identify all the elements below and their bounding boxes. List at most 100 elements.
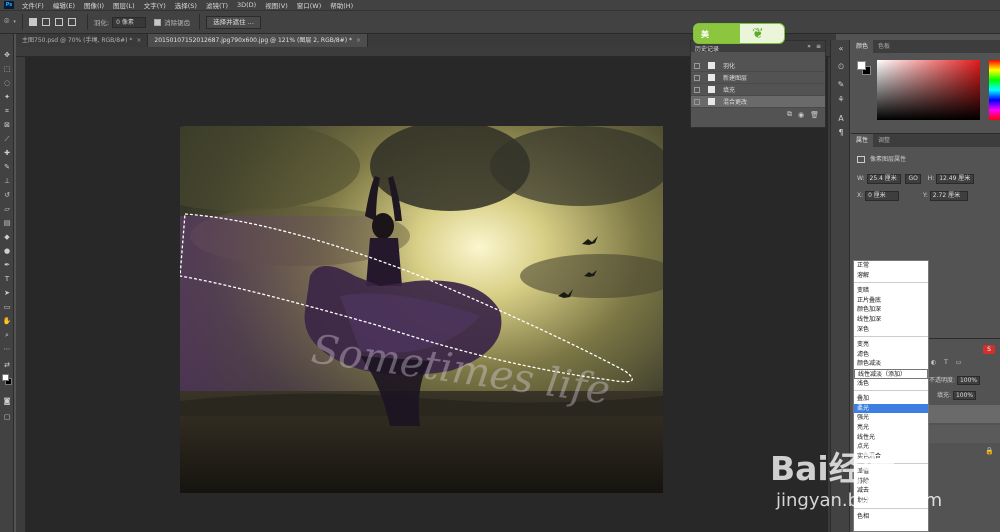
blend-option-hovered[interactable]: 线性减淡（添加） (854, 368, 928, 379)
history-item[interactable]: 填充 (691, 84, 825, 96)
close-icon[interactable]: × (136, 37, 141, 44)
blend-option[interactable]: 浅色 (854, 379, 928, 389)
fill-input[interactable]: 100% (952, 391, 977, 400)
tab-adjustments[interactable]: 调整 (873, 134, 895, 147)
menu-layer[interactable]: 图层(L) (113, 0, 135, 10)
screen-mode-icon[interactable]: ▢ (2, 412, 12, 422)
character-panel-icon[interactable]: A (836, 114, 846, 124)
eyedropper-tool-icon[interactable]: ⟋ (2, 134, 12, 144)
tab-color[interactable]: 颜色 (851, 40, 874, 53)
quick-mask-icon[interactable]: ◙ (2, 396, 12, 406)
history-item[interactable]: 新建图层 (691, 72, 825, 84)
width-input[interactable]: 25.4 厘米 (866, 174, 901, 184)
swap-colors-icon[interactable]: ⇄ (2, 360, 12, 370)
blend-option[interactable]: 颜色减淡 (854, 359, 928, 369)
menu-type[interactable]: 文字(Y) (144, 0, 166, 10)
panel-menu-icon[interactable]: ≡ (816, 43, 821, 50)
paragraph-panel-icon[interactable]: ¶ (836, 128, 846, 138)
ruler-vertical[interactable] (16, 57, 26, 532)
zoom-tool-icon[interactable]: ⌕ (2, 330, 12, 340)
foreground-color-swatch[interactable] (2, 374, 9, 381)
blend-option[interactable]: 正片叠底 (854, 296, 928, 306)
frame-tool-icon[interactable]: ⊠ (2, 120, 12, 130)
menu-3d[interactable]: 3D(D) (237, 1, 256, 9)
gradient-tool-icon[interactable]: ▤ (2, 218, 12, 228)
menu-select[interactable]: 选择(S) (175, 0, 197, 10)
blend-option[interactable]: 正常 (854, 261, 928, 271)
eraser-tool-icon[interactable]: ▱ (2, 204, 12, 214)
history-brush-tool-icon[interactable]: ↺ (2, 190, 12, 200)
tab-properties[interactable]: 属性 (851, 134, 874, 147)
camera-icon[interactable]: ◉ (798, 111, 804, 119)
filter-type-icon[interactable]: T (944, 359, 948, 366)
history-item[interactable]: 羽化 (691, 60, 825, 72)
opacity-input[interactable]: 100% (956, 376, 981, 385)
blend-option[interactable]: 颜色加深 (854, 305, 928, 315)
feather-input[interactable]: 0 像素 (112, 16, 147, 28)
blend-option[interactable]: 叠加 (854, 394, 928, 404)
menu-edit[interactable]: 编辑(E) (53, 0, 75, 10)
history-brush-source-icon[interactable] (694, 98, 700, 105)
lasso-tool-preset-icon[interactable]: ⌾ (4, 17, 9, 27)
hue-slider[interactable] (989, 60, 1000, 120)
dodge-tool-icon[interactable]: ● (2, 246, 12, 256)
menu-help[interactable]: 帮助(H) (330, 0, 353, 10)
brush-presets-icon[interactable]: ⚘ (836, 95, 846, 105)
tab-document-1[interactable]: 主图750.psd @ 70% (手绳, RGB/8#) * × (16, 34, 149, 47)
history-panel-icon[interactable]: ⏲ (836, 62, 846, 72)
layer-row-selected[interactable] (929, 405, 1000, 423)
layer-row[interactable] (929, 425, 1000, 443)
healing-brush-tool-icon[interactable]: ✚ (2, 148, 12, 158)
menu-window[interactable]: 窗口(W) (297, 0, 322, 10)
clone-stamp-tool-icon[interactable]: ⊥ (2, 176, 12, 186)
foreground-color-swatch[interactable] (857, 61, 866, 70)
history-brush-source-icon[interactable] (694, 74, 700, 81)
chevron-down-icon[interactable]: ▾ (13, 19, 16, 25)
history-item-selected[interactable]: 混合更改 (691, 96, 825, 108)
intersect-selection-icon[interactable] (67, 18, 76, 26)
expand-panels-icon[interactable]: « (836, 44, 846, 54)
rectangle-tool-icon[interactable]: ▭ (2, 302, 12, 312)
blend-option[interactable]: 变亮 (854, 340, 928, 350)
close-icon[interactable]: × (356, 37, 361, 44)
crop-tool-icon[interactable]: ⌗ (2, 106, 12, 116)
link-dimensions-icon[interactable]: GO (905, 174, 921, 184)
subtract-selection-icon[interactable] (54, 18, 63, 26)
tab-document-2[interactable]: 20150107152012687.jpg790x600.jpg @ 121% … (148, 34, 368, 47)
antialias-checkbox[interactable] (154, 18, 162, 26)
y-input[interactable]: 2.72 厘米 (929, 191, 968, 201)
menu-view[interactable]: 视图(V) (265, 0, 288, 10)
x-input[interactable]: 0 厘米 (865, 191, 900, 201)
collapse-icon[interactable]: » (807, 43, 811, 50)
blend-option[interactable]: 深色 (854, 325, 928, 335)
history-brush-source-icon[interactable] (694, 86, 700, 93)
brush-settings-icon[interactable]: ✎ (836, 80, 846, 90)
trash-icon[interactable]: 🗑 (810, 111, 819, 119)
document-image[interactable]: Sometimes life (180, 126, 663, 493)
select-and-mask-button[interactable]: 选择并遮住 ... (206, 15, 261, 29)
blend-option[interactable]: 强光 (854, 413, 928, 423)
height-input[interactable]: 12.49 厘米 (936, 174, 975, 184)
blend-option[interactable]: 滤色 (854, 350, 928, 360)
menu-image[interactable]: 图像(I) (84, 0, 104, 10)
more-tools-icon[interactable]: ⋯ (2, 344, 12, 354)
blend-option[interactable]: 线性加深 (854, 315, 928, 325)
new-selection-icon[interactable] (28, 18, 37, 26)
pen-tool-icon[interactable]: ✒ (2, 260, 12, 270)
blur-tool-icon[interactable]: ◆ (2, 232, 12, 242)
blend-option[interactable]: 变暗 (854, 286, 928, 296)
tab-swatches[interactable]: 色板 (873, 40, 895, 53)
magic-wand-tool-icon[interactable]: ✦ (2, 92, 12, 102)
brush-tool-icon[interactable]: ✎ (2, 162, 12, 172)
lasso-tool-icon[interactable]: ◌ (2, 78, 12, 88)
add-selection-icon[interactable] (41, 18, 50, 26)
hand-tool-icon[interactable]: ✋ (2, 316, 12, 326)
sogou-input-icon[interactable]: S (983, 345, 995, 354)
filter-adjustment-icon[interactable]: ◐ (931, 359, 936, 366)
history-brush-source-icon[interactable] (694, 62, 700, 69)
blend-option[interactable]: 溶解 (854, 271, 928, 281)
filter-shape-icon[interactable]: ▭ (956, 359, 962, 366)
type-tool-icon[interactable]: T (2, 274, 12, 284)
path-selection-tool-icon[interactable]: ➤ (2, 288, 12, 298)
blend-option[interactable]: 亮光 (854, 423, 928, 433)
